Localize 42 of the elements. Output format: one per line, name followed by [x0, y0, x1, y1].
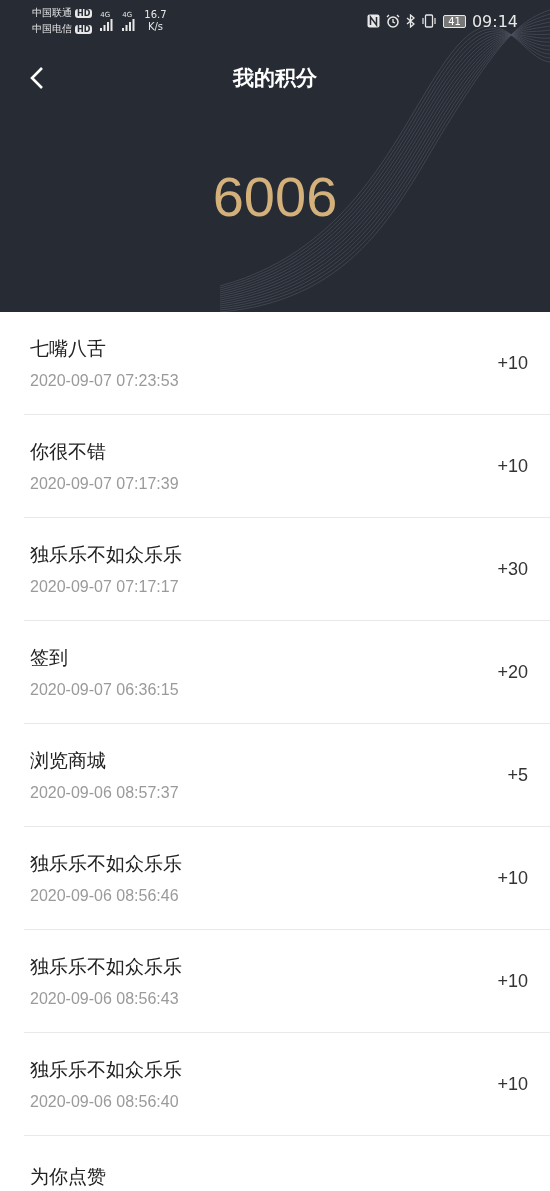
- record-title: 七嘴八舌: [30, 336, 107, 361]
- alarm-icon: [386, 14, 401, 28]
- points-total: 6006: [212, 164, 338, 229]
- record-points: +10: [497, 867, 528, 889]
- record-points: +5: [507, 764, 528, 786]
- record-time: 2020-09-07 06:36:15: [30, 681, 179, 699]
- carrier-name: 中国电信: [32, 22, 72, 36]
- record-title: 浏览商城: [30, 748, 107, 773]
- speed-unit: K/s: [147, 21, 164, 33]
- vibrate-icon: [421, 14, 438, 28]
- record-points: +20: [497, 661, 528, 683]
- record-title: 为你点赞: [30, 1164, 106, 1189]
- record-time: 2020-09-06 08:56:40: [30, 1093, 180, 1111]
- record-points: +10: [497, 1073, 528, 1095]
- record-points: +10: [497, 455, 528, 477]
- record-title: 独乐乐不如众乐乐: [30, 851, 182, 876]
- nfc-icon: [367, 14, 381, 28]
- hd-badge: HD: [75, 24, 93, 34]
- record-points: +30: [497, 558, 528, 580]
- record-title: 独乐乐不如众乐乐: [30, 1057, 182, 1082]
- carrier-name: 中国联通: [32, 6, 72, 20]
- record-time: 2020-09-07 07:17:39: [30, 475, 179, 493]
- record-title: 签到: [30, 645, 69, 670]
- record-points: +10: [497, 352, 528, 374]
- battery-level: 41: [443, 14, 466, 28]
- record-time: 2020-09-06 08:56:43: [30, 990, 180, 1008]
- record-time: 2020-09-07 07:23:53: [30, 372, 179, 390]
- clock-time: 09:14: [471, 11, 518, 31]
- record-time: 2020-09-06 08:56:46: [30, 887, 180, 905]
- network-speed: 16.7: [144, 9, 167, 21]
- record-title: 独乐乐不如众乐乐: [30, 954, 182, 979]
- record-time: 2020-09-07 07:17:17: [30, 578, 180, 596]
- record-title: 你很不错: [30, 439, 107, 464]
- back-icon[interactable]: [30, 66, 44, 90]
- signal-icon: [122, 19, 137, 31]
- record-title: 独乐乐不如众乐乐: [30, 542, 182, 567]
- signal-icon: [100, 19, 115, 31]
- record-points: +10: [497, 970, 528, 992]
- record-time: 2020-09-06 08:57:37: [30, 784, 179, 802]
- hd-badge: HD: [75, 8, 93, 18]
- bluetooth-icon: [406, 14, 416, 28]
- page-title: 我的积分: [233, 65, 317, 92]
